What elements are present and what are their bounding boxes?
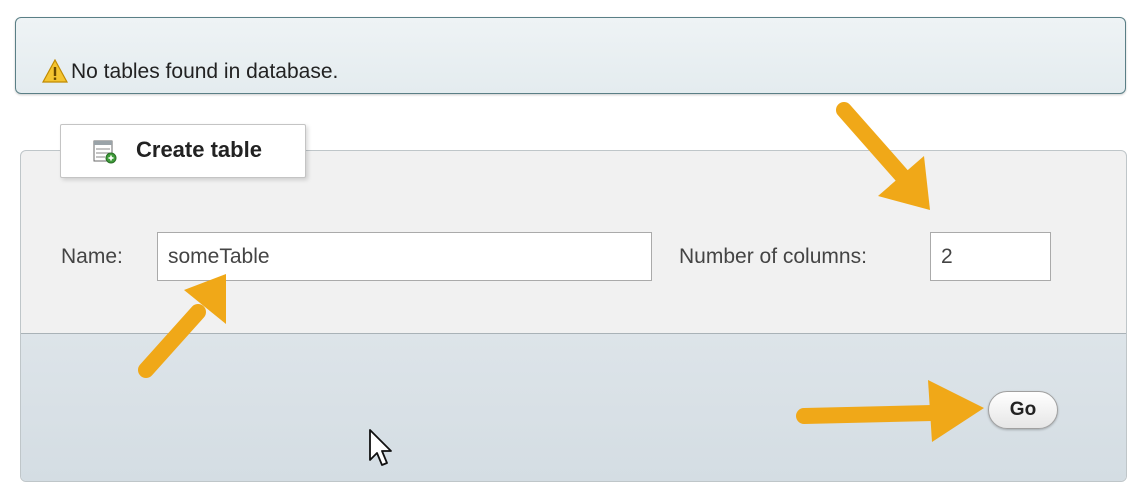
create-table-title: Create table xyxy=(136,137,262,162)
annotation-arrow-icon xyxy=(836,102,930,210)
no-tables-notice: No tables found in database. xyxy=(15,17,1126,94)
create-table-legend: Create table xyxy=(60,124,306,178)
table-add-icon xyxy=(93,140,117,164)
warning-icon xyxy=(42,59,68,83)
name-label: Name: xyxy=(61,245,123,268)
go-button[interactable]: Go xyxy=(988,391,1058,429)
number-of-columns-input[interactable] xyxy=(930,232,1051,281)
annotation-arrow-icon xyxy=(796,380,984,442)
number-of-columns-label: Number of columns: xyxy=(679,245,867,268)
mouse-pointer-icon xyxy=(369,429,392,466)
notice-text: No tables found in database. xyxy=(71,60,339,83)
annotation-arrow-icon xyxy=(138,274,226,378)
